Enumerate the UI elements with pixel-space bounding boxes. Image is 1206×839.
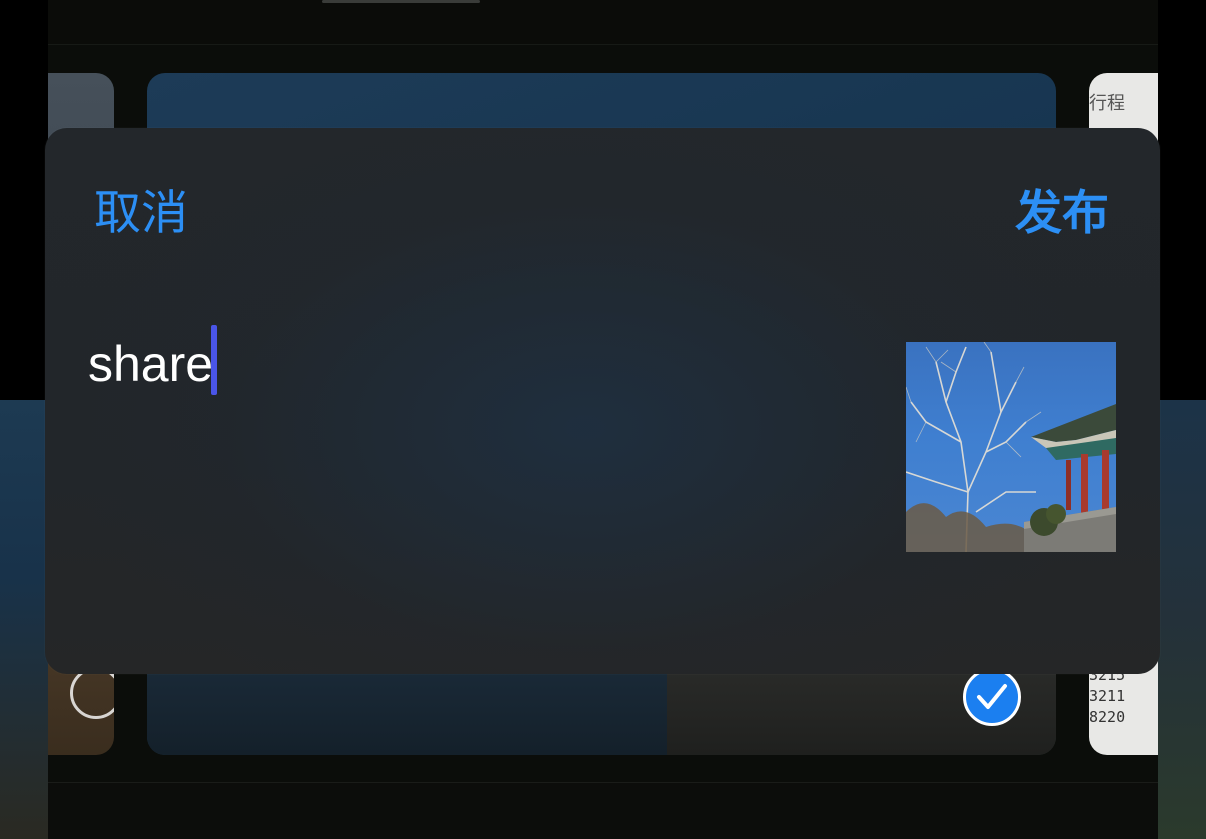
screen: 行程 3215 3211 8220 取消 发布 share — [0, 0, 1206, 839]
background-photo-right — [1158, 400, 1206, 839]
compose-dialog: 取消 发布 share — [45, 128, 1160, 674]
photo-trees-area — [147, 665, 667, 755]
pavilion-photo — [906, 342, 1116, 552]
checkmark-icon[interactable] — [963, 668, 1021, 726]
document-numbers: 3215 3211 8220 — [1089, 666, 1126, 726]
sheet-header — [48, 0, 1158, 45]
post-text-value: share — [88, 336, 214, 392]
text-caret — [211, 325, 218, 395]
cancel-button[interactable]: 取消 — [94, 184, 188, 244]
sheet-toolbar — [48, 782, 1158, 839]
background-photo-left — [0, 400, 48, 839]
attached-photo-preview[interactable] — [906, 342, 1116, 552]
sheet-grabber[interactable] — [322, 0, 480, 3]
document-title: 行程 — [1089, 93, 1125, 114]
radio-circle-icon[interactable] — [70, 667, 114, 719]
post-text-input[interactable]: share — [88, 324, 848, 414]
publish-button[interactable]: 发布 — [1015, 184, 1109, 244]
